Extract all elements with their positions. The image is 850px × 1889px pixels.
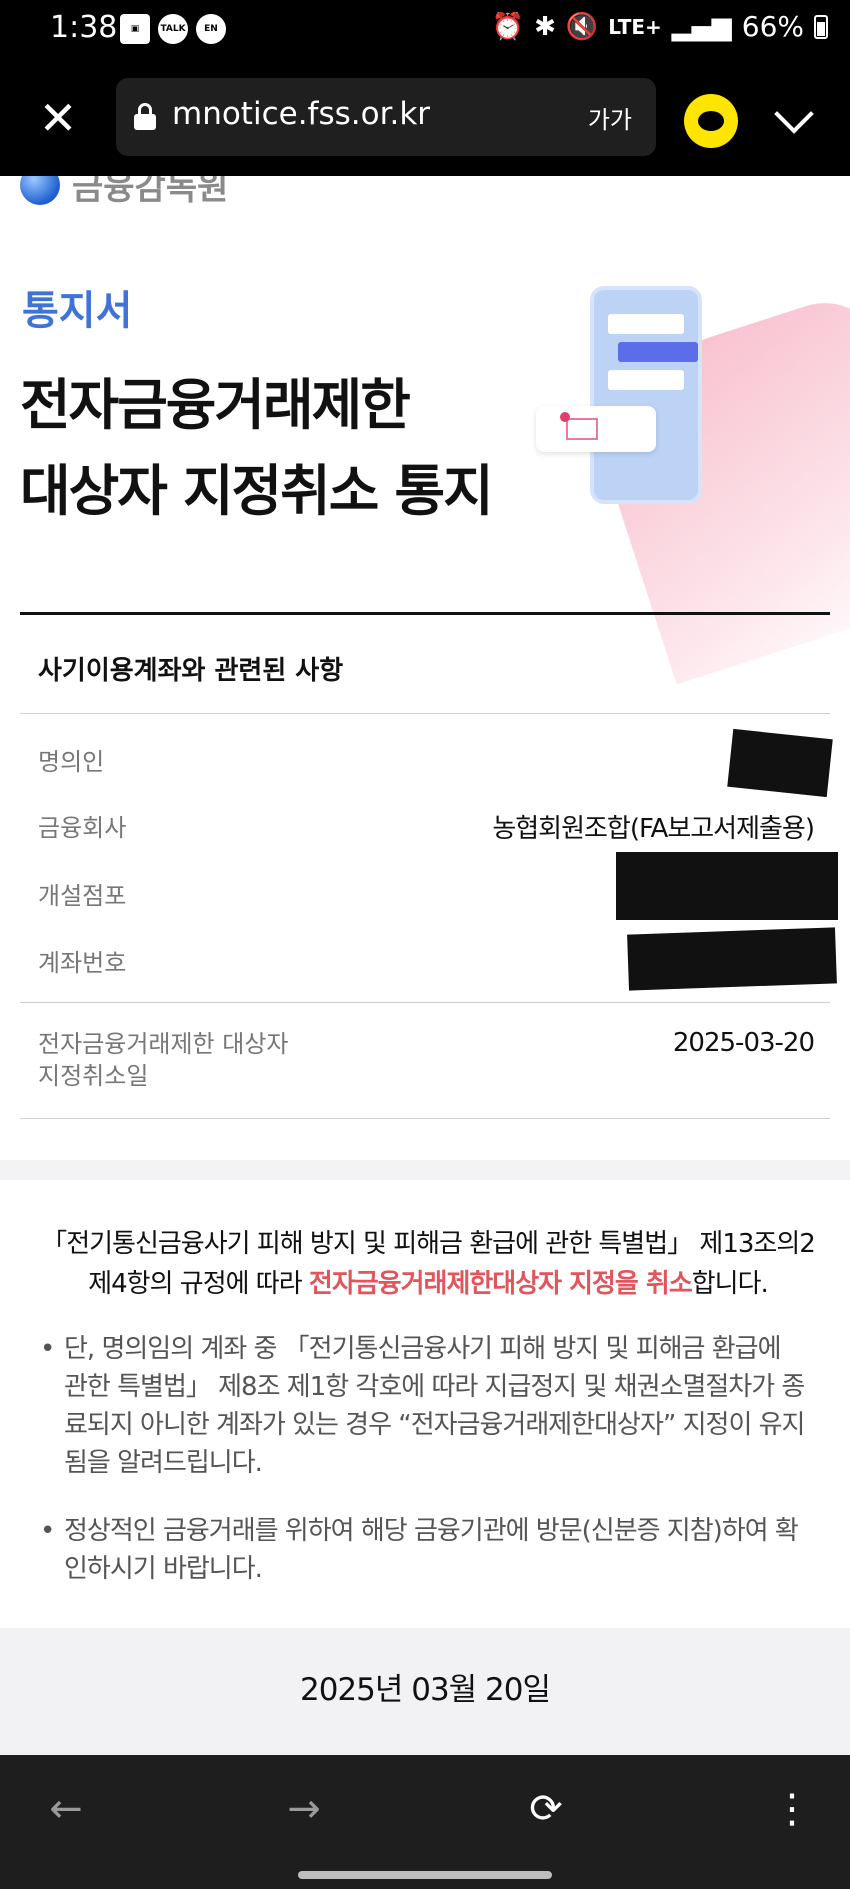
- more-menu-icon[interactable]: ⋮: [762, 1779, 822, 1839]
- image-icon: ▣: [120, 14, 150, 44]
- issue-date-band: 2025년 03월 20일: [0, 1628, 850, 1755]
- close-button[interactable]: ✕: [30, 90, 86, 146]
- row-label-branch: 개설점포: [38, 882, 127, 910]
- phone-screen: 1:38 ▣ TALK EN ⏰ ✱ 🔇 LTE+ ▂▄▆ 66% ✕ mnot…: [0, 0, 850, 1889]
- status-right: ⏰ ✱ 🔇 LTE+ ▂▄▆ 66%: [492, 10, 828, 43]
- status-time: 1:38: [50, 10, 118, 45]
- mute-icon: 🔇: [565, 11, 599, 42]
- reload-icon[interactable]: ⟳: [516, 1779, 576, 1839]
- notice-label: 통지서: [22, 288, 133, 334]
- row-value-institution: 농협회원조합(FA보고서제출용): [492, 814, 815, 844]
- redaction-branch: [616, 852, 838, 920]
- law-statement: 「전기통신금융사기 피해 방지 및 피해금 환급에 관한 특별법」 제13조의2…: [40, 1224, 816, 1304]
- text-size-button[interactable]: 가가: [588, 100, 632, 135]
- bullet-1: 단, 명의임의 계좌 중 「전기통신금융사기 피해 방지 및 피해금 환급에 관…: [40, 1330, 810, 1482]
- section-title: 사기이용계좌와 관련된 사항: [38, 656, 344, 686]
- logo-mark-icon: [20, 176, 60, 205]
- row-label-holder: 명의인: [38, 748, 105, 776]
- bluetooth-icon: ✱: [534, 11, 556, 42]
- section-divider: [20, 612, 830, 615]
- url-text: mnotice.fss.or.kr: [172, 96, 431, 132]
- divider: [20, 713, 830, 714]
- talk-icon: TALK: [158, 14, 188, 44]
- cancel-date-label-1: 전자금융거래제한 대상자: [38, 1030, 289, 1058]
- law-text-2: 합니다.: [691, 1269, 769, 1299]
- phone-shape: [590, 286, 702, 504]
- redaction-account: [627, 927, 837, 991]
- law-text-emphasis: 전자금융거래제한대상자 지정을 취소: [308, 1269, 693, 1299]
- bullet-2: 정상적인 금융거래를 위하여 해당 금융기관에 방문(신분증 지참)하여 확인하…: [40, 1512, 810, 1588]
- notification-icons: ▣ TALK EN: [120, 14, 226, 44]
- signal-icon: ▂▄▆: [671, 11, 732, 42]
- status-bar: 1:38 ▣ TALK EN ⏰ ✱ 🔇 LTE+ ▂▄▆ 66%: [0, 0, 850, 62]
- page-title: 전자금융거래제한 대상자 지정취소 통지: [20, 362, 540, 534]
- logo: 금융감독원: [20, 176, 228, 209]
- forward-arrow-icon[interactable]: →: [274, 1779, 334, 1839]
- row-label-institution: 금융회사: [38, 814, 127, 842]
- chevron-down-icon[interactable]: [770, 98, 818, 138]
- envelope-card: [536, 406, 656, 452]
- divider: [20, 1118, 830, 1119]
- kakao-share-button[interactable]: [684, 94, 738, 148]
- browser-toolbar: ✕ mnotice.fss.or.kr 가가: [0, 62, 850, 176]
- phone-hand-illustration: [490, 286, 850, 685]
- row-label-cancel-date: 전자금융거래제한 대상자 지정취소일: [38, 1028, 289, 1092]
- lock-icon: [134, 103, 156, 131]
- title-line-2: 대상자 지정취소 통지: [20, 459, 494, 523]
- logo-text: 금융감독원: [72, 176, 229, 208]
- address-bar[interactable]: mnotice.fss.or.kr 가가: [116, 78, 656, 156]
- home-gesture-bar[interactable]: [298, 1871, 552, 1879]
- row-label-account: 계좌번호: [38, 949, 127, 977]
- redaction-holder: [727, 728, 833, 798]
- web-content: 금융감독원 통지서 전자금융거래제한 대상자 지정취소 통지 사기이용계좌와 관…: [0, 176, 850, 1755]
- title-line-1: 전자금융거래제한: [20, 373, 411, 437]
- battery-percent: 66%: [741, 10, 804, 43]
- chat-bubble-icon: [698, 111, 724, 131]
- cancel-date-label-2: 지정취소일: [38, 1062, 149, 1090]
- browser-bottom-nav: ← → ⟳ ⋮: [0, 1755, 850, 1889]
- cancel-date-value: 2025-03-20: [672, 1028, 815, 1058]
- divider: [20, 1002, 830, 1003]
- network-label: LTE+: [608, 14, 662, 39]
- alarm-icon: ⏰: [491, 11, 525, 42]
- envelope-icon: [566, 418, 598, 440]
- issue-date: 2025년 03월 20일: [299, 1672, 551, 1708]
- back-arrow-icon[interactable]: ←: [36, 1779, 96, 1839]
- battery-icon: [814, 14, 828, 39]
- en-icon: EN: [196, 14, 226, 44]
- gray-band: [0, 1160, 850, 1180]
